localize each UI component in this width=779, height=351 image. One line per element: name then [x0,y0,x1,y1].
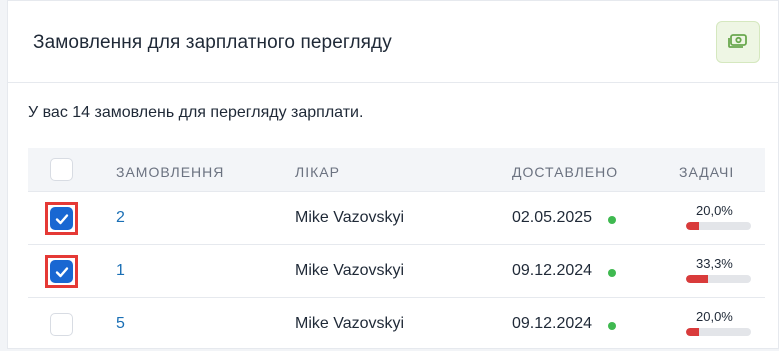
row-checkbox[interactable] [50,207,73,230]
doctor-name: Mike Vazovskyi [295,315,405,332]
column-header-tasks: ЗАДАЧІ [679,164,735,180]
status-dot [608,216,616,224]
delivered-date: 02.05.2025 [512,209,593,226]
tasks-percent: 33,3% [696,256,733,271]
doctor-name: Mike Vazovskyi [295,209,405,226]
order-link[interactable]: 1 [116,262,125,280]
card-header: Замовлення для зарплатного перегляду [8,1,778,83]
orders-table: ЗАМОВЛЕННЯ ЛІКАР ДОСТАВЛЕНО ЗАДАЧІ 2 Mik… [28,148,765,351]
tasks-progress-bar [686,328,751,336]
tasks-progress-bar [686,222,751,230]
table-header: ЗАМОВЛЕННЯ ЛІКАР ДОСТАВЛЕНО ЗАДАЧІ [28,148,765,192]
checkmark-icon [55,267,69,278]
order-link[interactable]: 2 [116,209,125,227]
tasks-percent: 20,0% [696,203,733,218]
row-checkbox[interactable] [50,313,73,336]
row-checkbox[interactable] [50,260,73,283]
column-header-order: ЗАМОВЛЕННЯ [116,164,225,180]
salary-review-card: Замовлення для зарплатного перегляду У в… [7,0,779,349]
table-row: 2 Mike Vazovskyi 02.05.2025 20,0% [28,192,765,245]
table-row: 5 Mike Vazovskyi 09.12.2024 20,0% [28,298,765,351]
orders-summary: У вас 14 замовлень для перегляду зарплат… [28,104,364,121]
tasks-progress-fill [686,275,708,283]
table-row: 1 Mike Vazovskyi 09.12.2024 33,3% [28,245,765,298]
card-title: Замовлення для зарплатного перегляду [33,32,392,53]
money-button[interactable] [716,21,760,63]
tasks-progress-fill [686,328,699,336]
select-all-checkbox[interactable] [50,158,73,181]
doctor-name: Mike Vazovskyi [295,262,405,279]
checkmark-icon [55,214,69,225]
delivered-date: 09.12.2024 [512,262,593,279]
column-header-doctor: ЛІКАР [295,164,340,180]
delivered-date: 09.12.2024 [512,315,593,332]
tasks-progress-fill [686,222,699,230]
money-icon [728,32,748,53]
order-link[interactable]: 5 [116,315,125,333]
column-header-delivered: ДОСТАВЛЕНО [512,164,619,180]
tasks-progress-bar [686,275,751,283]
status-dot [608,322,616,330]
tasks-percent: 20,0% [696,309,733,324]
status-dot [608,269,616,277]
